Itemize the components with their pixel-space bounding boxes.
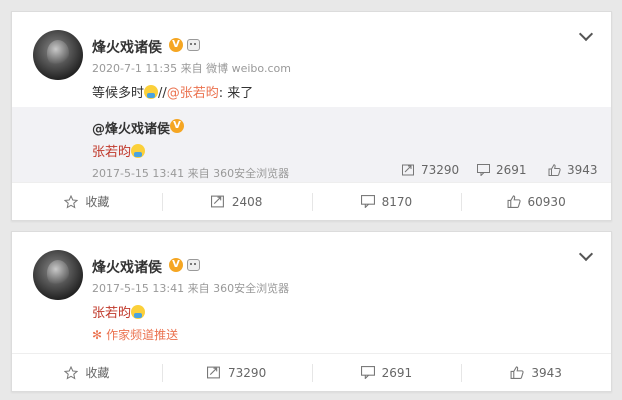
comment-count: 8170 (381, 194, 413, 209)
avatar[interactable] (33, 30, 83, 80)
repost-count: 73290 (228, 365, 267, 380)
comment-button[interactable]: 2691 (311, 354, 462, 391)
thumbs-up-icon (507, 195, 521, 208)
weibo-post-card: 烽火戏诸侯 V 2017-5-15 13:41 来自 360安全浏览器 张若昀 … (11, 231, 612, 392)
quoted-username[interactable]: @烽火戏诸侯 (92, 118, 170, 137)
repost-icon (207, 366, 220, 379)
repost-icon (210, 195, 224, 208)
quoted-repost-count[interactable]: 73290 (402, 163, 459, 177)
repost-separator: // (158, 86, 167, 101)
comment-count: 2691 (381, 365, 413, 380)
post-meta: 2017-5-15 13:41 来自 360安全浏览器 (92, 282, 290, 295)
recommend-tag[interactable]: ✻ 作家频道推送 (92, 326, 178, 343)
recommend-label: 作家频道推送 (106, 328, 179, 342)
favorite-label: 收藏 (85, 366, 110, 380)
quoted-repost-value: 73290 (421, 163, 460, 177)
username[interactable]: 烽火戏诸侯 (92, 37, 162, 57)
flower-icon: ✻ (92, 328, 103, 342)
like-count: 60930 (527, 194, 566, 209)
thumbs-up-icon (548, 164, 561, 176)
quoted-text: 张若昀 (92, 141, 146, 160)
quoted-comment-value: 2691 (496, 163, 527, 177)
like-button[interactable]: 3943 (461, 354, 611, 391)
post-text: 等候多时 //@张若昀: 来了 (92, 82, 253, 101)
quoted-comment-count[interactable]: 2691 (477, 163, 527, 177)
quoted-text-content: 张若昀 (92, 145, 132, 160)
username[interactable]: 烽火戏诸侯 (92, 257, 162, 277)
post-text-content: 张若昀 (92, 306, 132, 321)
verified-badge-icon: V (169, 38, 183, 52)
repost-button[interactable]: 73290 (161, 354, 312, 391)
chevron-down-icon[interactable] (578, 246, 594, 262)
post-text: 张若昀 (92, 302, 146, 321)
star-icon (64, 365, 79, 380)
post-text-prefix: 等候多时 (92, 86, 145, 101)
avatar[interactable] (33, 250, 83, 300)
comment-icon (360, 195, 375, 208)
favorite-button[interactable]: 收藏 (12, 354, 162, 391)
robot-icon (187, 39, 200, 51)
repost-count: 2408 (231, 194, 263, 209)
emoji-icon (131, 305, 146, 319)
chevron-down-icon[interactable] (578, 26, 594, 42)
repost-icon (402, 164, 414, 176)
like-count: 3943 (531, 365, 562, 380)
action-bar: 收藏 73290 2691 3943 (12, 353, 611, 391)
robot-icon (187, 259, 200, 271)
star-icon (64, 194, 79, 209)
action-bar: 收藏 2408 8170 60930 (12, 182, 611, 220)
thumbs-up-icon (510, 366, 524, 379)
comment-icon (360, 366, 375, 379)
verified-badge-icon: V (169, 258, 183, 272)
mention-link[interactable]: @张若昀 (167, 86, 219, 101)
verified-badge-icon: V (170, 119, 184, 133)
favorite-label: 收藏 (85, 195, 110, 209)
post-text-suffix: : 来了 (218, 86, 254, 101)
quoted-like-count[interactable]: 3943 (548, 163, 598, 177)
quoted-meta: 2017-5-15 13:41 来自 360安全浏览器 (92, 167, 290, 180)
post-meta: 2020-7-1 11:35 来自 微博 weibo.com (92, 62, 291, 75)
favorite-button[interactable]: 收藏 (12, 183, 162, 220)
quoted-post[interactable]: @烽火戏诸侯 V 张若昀 2017-5-15 13:41 来自 360安全浏览器… (12, 107, 611, 183)
weibo-post-card: 烽火戏诸侯 V 2020-7-1 11:35 来自 微博 weibo.com 等… (11, 11, 612, 221)
like-button[interactable]: 60930 (461, 183, 611, 220)
emoji-icon (131, 144, 146, 158)
emoji-icon (144, 85, 159, 99)
comment-icon (477, 164, 490, 176)
comment-button[interactable]: 8170 (311, 183, 462, 220)
repost-button[interactable]: 2408 (161, 183, 312, 220)
quoted-like-value: 3943 (567, 163, 598, 177)
